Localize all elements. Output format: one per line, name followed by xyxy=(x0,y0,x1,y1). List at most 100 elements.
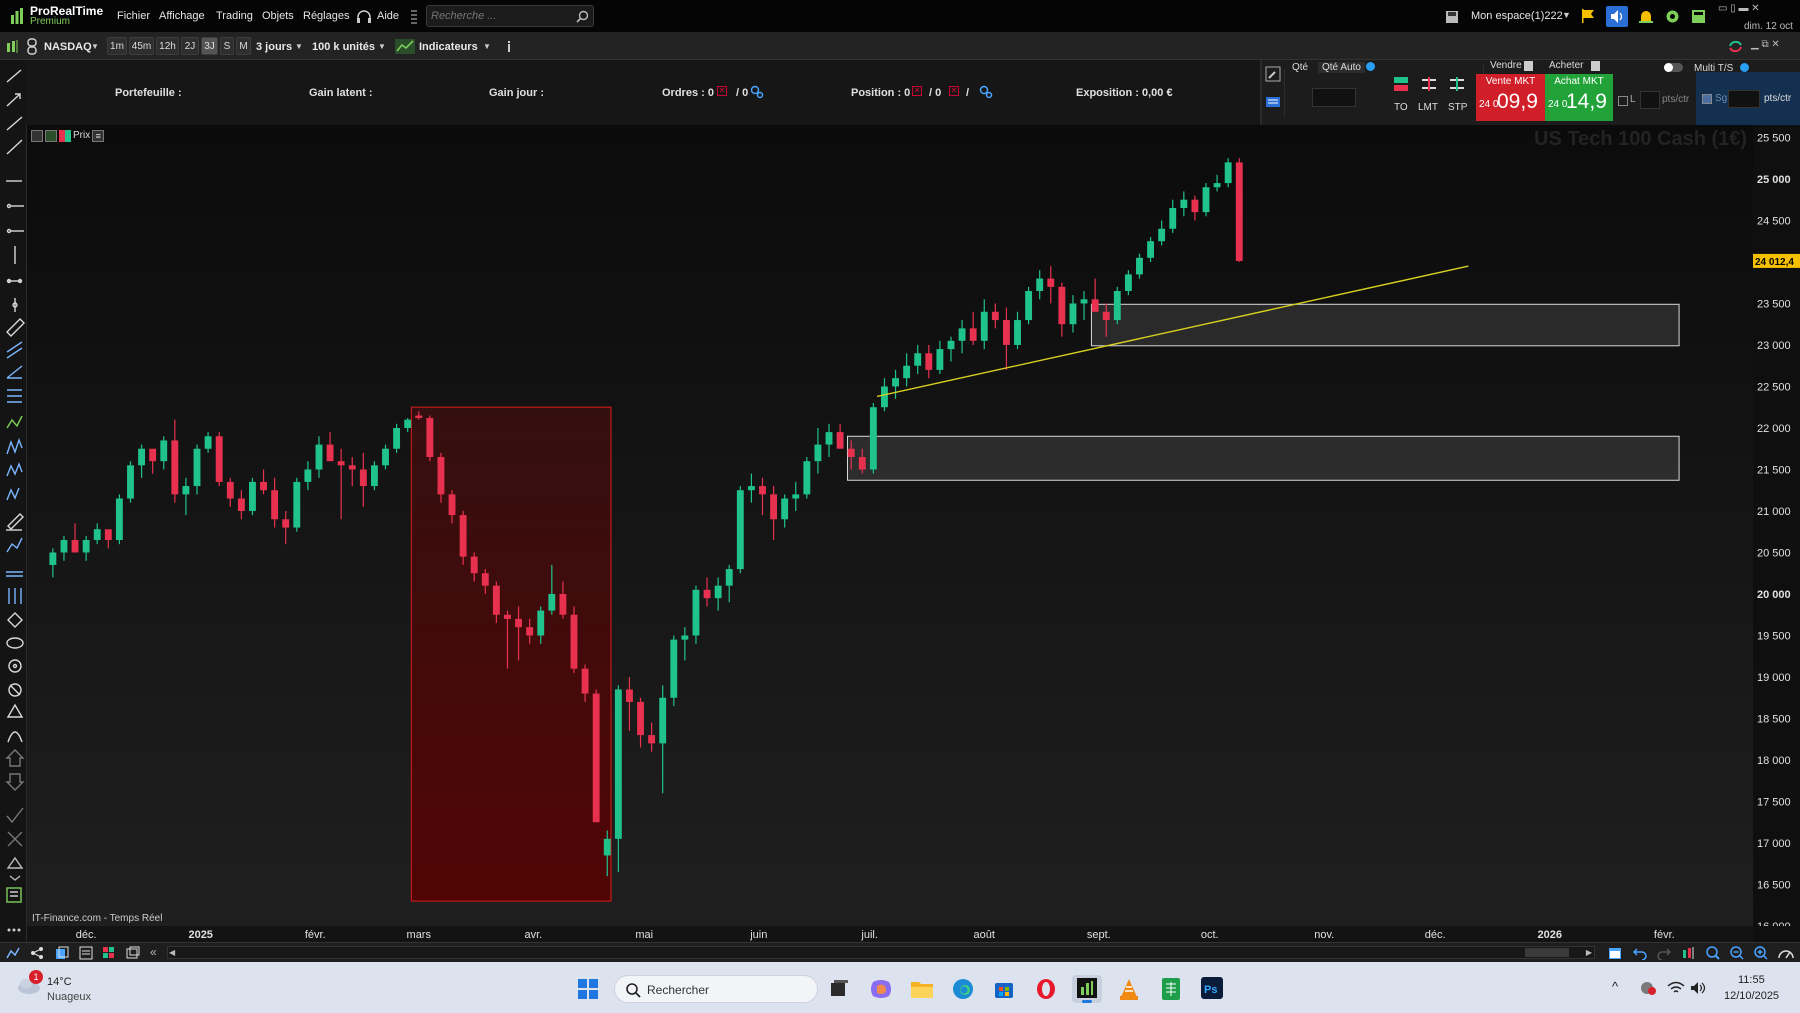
sound-toggle[interactable] xyxy=(1606,6,1628,27)
candle[interactable] xyxy=(459,515,467,557)
weather-desc[interactable]: Nuageux xyxy=(47,991,91,1003)
candle[interactable] xyxy=(149,448,157,462)
candle[interactable] xyxy=(481,573,489,586)
speedometer-icon[interactable] xyxy=(1777,946,1795,960)
ellipse-tool-icon[interactable] xyxy=(6,637,24,649)
refresh-icon[interactable] xyxy=(1728,39,1743,54)
candle[interactable] xyxy=(825,432,833,445)
candle[interactable] xyxy=(836,432,844,449)
candle[interactable] xyxy=(969,328,977,341)
candle[interactable] xyxy=(1113,291,1121,321)
candle[interactable] xyxy=(204,436,212,449)
candle[interactable] xyxy=(504,614,511,619)
search-box[interactable] xyxy=(426,5,594,27)
candle[interactable] xyxy=(237,498,245,511)
menu-affichage[interactable]: Affichage xyxy=(159,10,205,22)
candle[interactable] xyxy=(271,490,279,520)
zoom-in-icon[interactable] xyxy=(1753,946,1769,960)
candle[interactable] xyxy=(359,469,367,487)
candle[interactable] xyxy=(1002,320,1010,345)
candle[interactable] xyxy=(1058,286,1066,325)
menu-objets[interactable]: Objets xyxy=(262,10,294,22)
candle[interactable] xyxy=(82,540,90,553)
candle[interactable] xyxy=(315,444,323,470)
list-icon[interactable]: ≡ xyxy=(92,129,105,142)
resistance-zone-rectangle[interactable] xyxy=(1090,303,1680,347)
candle[interactable] xyxy=(515,618,522,628)
candle[interactable] xyxy=(138,448,146,466)
candle[interactable] xyxy=(171,440,179,495)
candle[interactable] xyxy=(71,540,79,553)
fibonacci-tool-icon[interactable] xyxy=(7,389,22,403)
microsoft-store-icon[interactable] xyxy=(993,978,1015,1000)
candle[interactable] xyxy=(736,490,744,570)
chart-settings-icon[interactable] xyxy=(45,129,57,142)
candle[interactable] xyxy=(725,569,733,586)
zoom-fit-icon[interactable] xyxy=(1705,946,1721,960)
candle[interactable] xyxy=(260,481,267,491)
cross-tool-icon[interactable] xyxy=(7,831,23,847)
candle[interactable] xyxy=(226,481,234,499)
wifi-icon[interactable] xyxy=(1667,980,1685,996)
window-tile-icon[interactable] xyxy=(126,946,140,960)
menu-trading[interactable]: Trading xyxy=(216,10,253,22)
candle[interactable] xyxy=(1158,228,1166,242)
candle[interactable] xyxy=(958,328,966,341)
candle[interactable] xyxy=(104,529,112,541)
stop-checkbox[interactable] xyxy=(1702,94,1712,104)
andrews-pitchfork-icon[interactable] xyxy=(6,415,23,429)
candle[interactable] xyxy=(415,415,423,419)
candle[interactable] xyxy=(747,486,755,491)
candle[interactable] xyxy=(1014,320,1021,345)
candle[interactable] xyxy=(991,311,999,321)
calendar-icon[interactable] xyxy=(1608,946,1622,960)
link-chain-icon[interactable] xyxy=(26,38,38,55)
candle[interactable] xyxy=(1191,199,1199,213)
qte-auto-toggle[interactable]: Qté Auto xyxy=(1318,62,1365,73)
sell-market-button[interactable]: Vente MKT 24 0 09,9 xyxy=(1476,74,1545,121)
regression-tool-icon[interactable] xyxy=(6,365,23,379)
pencil-tool-icon[interactable] xyxy=(6,513,24,531)
candle[interactable] xyxy=(858,457,866,470)
info-icon[interactable] xyxy=(503,40,515,53)
candle[interactable] xyxy=(1124,274,1132,292)
photoshop-icon[interactable]: Ps xyxy=(1201,977,1223,999)
candle[interactable] xyxy=(382,448,389,466)
candle[interactable] xyxy=(437,457,445,495)
candle[interactable] xyxy=(692,589,700,636)
redo-icon[interactable] xyxy=(1657,946,1671,960)
candle[interactable] xyxy=(526,627,534,636)
calculator-icon[interactable] xyxy=(1691,9,1706,24)
search-icon[interactable] xyxy=(576,10,589,23)
time-axis[interactable]: déc. 2025 févr. mars avr. mai juin juil. août sep… xyxy=(27,926,1753,942)
wave-tool-icon[interactable] xyxy=(6,437,23,455)
circle-tool-icon[interactable] xyxy=(8,659,22,673)
timeframe-3j[interactable]: 3J xyxy=(201,37,218,55)
timeframe-45m[interactable]: 45m xyxy=(129,37,154,55)
candle[interactable] xyxy=(1102,311,1110,321)
windows-start-icon[interactable] xyxy=(577,978,599,1000)
position-settings-icon[interactable] xyxy=(979,85,993,99)
timeframe-1m[interactable]: 1m xyxy=(107,37,127,55)
save-icon[interactable] xyxy=(1444,9,1460,25)
candle[interactable] xyxy=(881,386,888,408)
candle[interactable] xyxy=(1224,162,1232,184)
candle[interactable] xyxy=(160,440,168,462)
task-view-icon[interactable] xyxy=(829,979,849,999)
scrollbar-thumb[interactable] xyxy=(1525,948,1569,957)
opera-browser-icon[interactable] xyxy=(1035,978,1057,1000)
ruler-tool-icon[interactable] xyxy=(6,318,25,337)
scroll-left-arrow-icon[interactable]: ◀ xyxy=(169,948,175,957)
price-series-label[interactable]: Prix xyxy=(73,130,90,141)
candle[interactable] xyxy=(193,448,201,487)
gear-icon[interactable] xyxy=(1664,8,1681,25)
keyboard-icon[interactable] xyxy=(1265,94,1281,110)
share-icon[interactable] xyxy=(30,946,44,960)
checkmark-tool-icon[interactable] xyxy=(6,807,24,824)
price-series-icon[interactable] xyxy=(59,129,71,142)
autoscale-icon[interactable] xyxy=(1681,946,1697,960)
menu-reglages[interactable]: Réglages xyxy=(303,10,349,22)
undo-icon[interactable] xyxy=(1633,946,1647,960)
polyline-tool-icon[interactable] xyxy=(6,537,23,553)
quantity-input[interactable] xyxy=(1312,88,1356,107)
